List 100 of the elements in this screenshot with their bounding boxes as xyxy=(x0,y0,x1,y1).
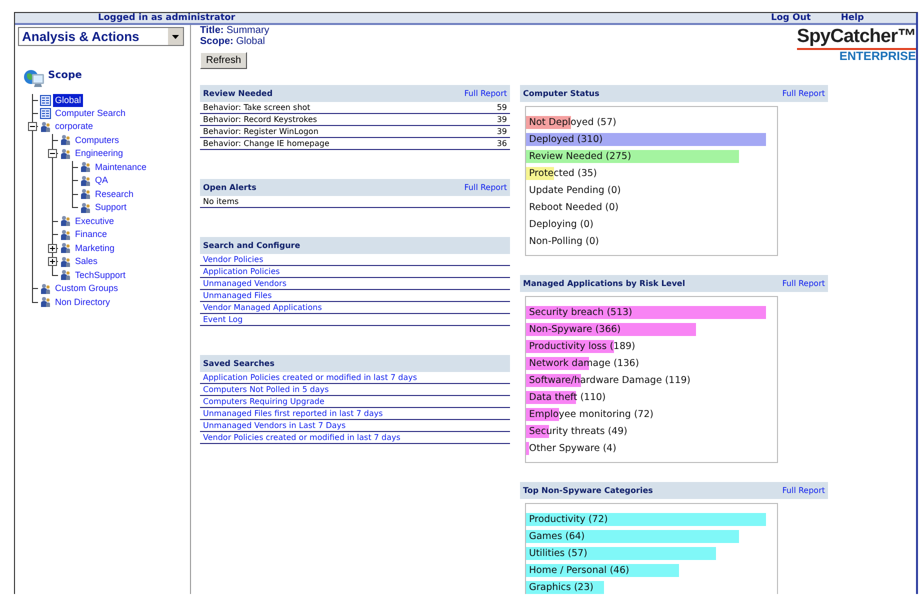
logo-edition: ENTERPRISE xyxy=(839,50,916,63)
panel-title: Review Needed xyxy=(203,89,273,98)
bar-label: Security breach (513) xyxy=(528,307,632,318)
bar-label: Other Spyware (4) xyxy=(528,443,616,454)
scope-heading: Scope xyxy=(48,70,82,80)
panel-title: Open Alerts xyxy=(203,183,256,192)
refresh-button[interactable]: Refresh xyxy=(200,52,248,69)
user-group-icon xyxy=(60,148,71,160)
collapse-icon[interactable] xyxy=(28,122,37,131)
bar-label: Not Deployed (57) xyxy=(528,117,616,128)
bar-label: Protected (35) xyxy=(528,168,597,179)
tree-item[interactable]: Computer Search xyxy=(53,107,128,120)
tree-item[interactable]: QA xyxy=(93,174,110,187)
full-report-link[interactable]: Full Report xyxy=(464,89,507,98)
expand-icon[interactable] xyxy=(48,257,57,266)
full-report-link[interactable]: Full Report xyxy=(464,183,507,192)
scope-value: Global xyxy=(236,36,266,47)
bar-label: Review Needed (275) xyxy=(528,151,632,162)
bar-label: Security threats (49) xyxy=(528,426,628,437)
globe-computer-icon xyxy=(23,68,45,90)
report-link[interactable]: Unmanaged Vendors xyxy=(203,278,286,289)
panel-title: Computer Status xyxy=(523,89,600,98)
bar-label: Software/hardware Damage (119) xyxy=(528,375,690,386)
tree-item[interactable]: Engineering xyxy=(73,147,126,160)
header-link[interactable]: Help xyxy=(840,13,864,23)
bar-label: Home / Personal (46) xyxy=(528,565,630,576)
report-link[interactable]: Unmanaged Vendors in Last 7 Days xyxy=(203,420,346,431)
tree-item[interactable]: Sales xyxy=(73,255,100,268)
row-label: Behavior: Register WinLogon xyxy=(203,126,318,137)
row-label: Behavior: Take screen shot xyxy=(203,102,310,113)
user-group-icon xyxy=(60,228,71,240)
bar-label: Productivity loss (189) xyxy=(528,341,636,352)
tree-item[interactable]: Global xyxy=(53,94,84,107)
field-label: Title: xyxy=(200,25,224,36)
full-report-link[interactable]: Full Report xyxy=(782,89,825,98)
user-group-icon xyxy=(60,215,71,227)
tree-item[interactable]: Non Directory xyxy=(53,296,112,308)
panel-title: Managed Applications by Risk Level xyxy=(523,279,686,288)
tree-item[interactable]: Executive xyxy=(73,214,116,228)
report-link[interactable]: Application Policies xyxy=(203,266,280,277)
collapse-icon[interactable] xyxy=(48,149,57,158)
page-title: Summary xyxy=(226,25,270,36)
bar-label: Employee monitoring (72) xyxy=(528,409,654,420)
bar-label: Graphics (23) xyxy=(528,582,594,593)
report-link[interactable]: Computers Requiring Upgrade xyxy=(203,396,324,407)
report-link[interactable]: Unmanaged Files first reported in last 7 days xyxy=(203,408,383,419)
user-group-icon xyxy=(80,161,91,173)
report-link[interactable]: Vendor Managed Applications xyxy=(203,302,322,313)
user-group-icon xyxy=(40,296,51,308)
table-icon xyxy=(40,95,51,106)
user-group-icon xyxy=(80,188,91,200)
user-group-icon xyxy=(80,202,91,214)
user-group-icon xyxy=(60,269,71,281)
row-label: Behavior: Change IE homepage xyxy=(203,138,330,149)
bar-label: Data theft (110) xyxy=(528,392,606,403)
panel-title: Search and Configure xyxy=(203,241,300,250)
full-report-link[interactable]: Full Report xyxy=(782,486,825,495)
field-label: Scope: xyxy=(200,36,234,47)
report-link[interactable]: Application Policies created or modified in last 7 days xyxy=(203,372,418,383)
panel-title: Saved Searches xyxy=(203,359,274,368)
bar-label: Network damage (136) xyxy=(528,358,640,369)
tree-item[interactable]: Marketing xyxy=(73,242,117,254)
tree-item[interactable]: TechSupport xyxy=(73,268,128,282)
view-dropdown[interactable]: Analysis & Actions xyxy=(18,27,184,46)
tree-item[interactable]: corporate xyxy=(53,120,96,133)
login-status: Logged in as administrator xyxy=(98,13,236,23)
header-link[interactable]: Log Out xyxy=(770,13,811,23)
user-group-icon xyxy=(60,256,71,268)
bar-label: Non-Polling (0) xyxy=(528,236,600,247)
row-count: 59 xyxy=(496,102,507,113)
bar-label: Update Pending (0) xyxy=(528,185,621,196)
user-group-icon xyxy=(60,242,71,254)
tree-item[interactable]: Research xyxy=(93,188,136,200)
tree-item[interactable]: Maintenance xyxy=(93,160,149,174)
report-link[interactable]: Event Log xyxy=(203,314,243,325)
user-group-icon xyxy=(40,120,51,132)
row-label: Behavior: Record Keystrokes xyxy=(203,114,318,125)
expand-icon[interactable] xyxy=(48,244,57,252)
report-link[interactable]: Vendor Policies xyxy=(203,254,264,265)
report-link[interactable]: Unmanaged Files xyxy=(203,290,272,301)
bar-label: Non-Spyware (366) xyxy=(528,324,621,335)
report-link[interactable]: Vendor Policies created or modified in last 7 days xyxy=(203,432,400,443)
tree-item[interactable]: Finance xyxy=(73,228,110,241)
table-icon xyxy=(40,108,51,119)
tree-item[interactable]: Support xyxy=(93,201,129,214)
bar-label: Games (64) xyxy=(528,531,585,542)
full-report-link[interactable]: Full Report xyxy=(782,279,825,288)
report-link[interactable]: Computers Not Polled in 5 days xyxy=(203,384,329,395)
bar-label: Reboot Needed (0) xyxy=(528,202,619,213)
user-group-icon xyxy=(40,282,51,294)
bar-label: Deploying (0) xyxy=(528,219,594,230)
tree-item[interactable]: Computers xyxy=(73,134,122,146)
tree-item[interactable]: Custom Groups xyxy=(53,282,120,295)
user-group-icon xyxy=(60,134,71,146)
bar-label: Deployed (310) xyxy=(528,134,603,145)
bar-label: Productivity (72) xyxy=(528,514,608,525)
row-label: No items xyxy=(203,196,239,207)
user-group-icon xyxy=(80,174,91,186)
row-count: 39 xyxy=(496,114,507,125)
row-count: 39 xyxy=(496,126,507,137)
